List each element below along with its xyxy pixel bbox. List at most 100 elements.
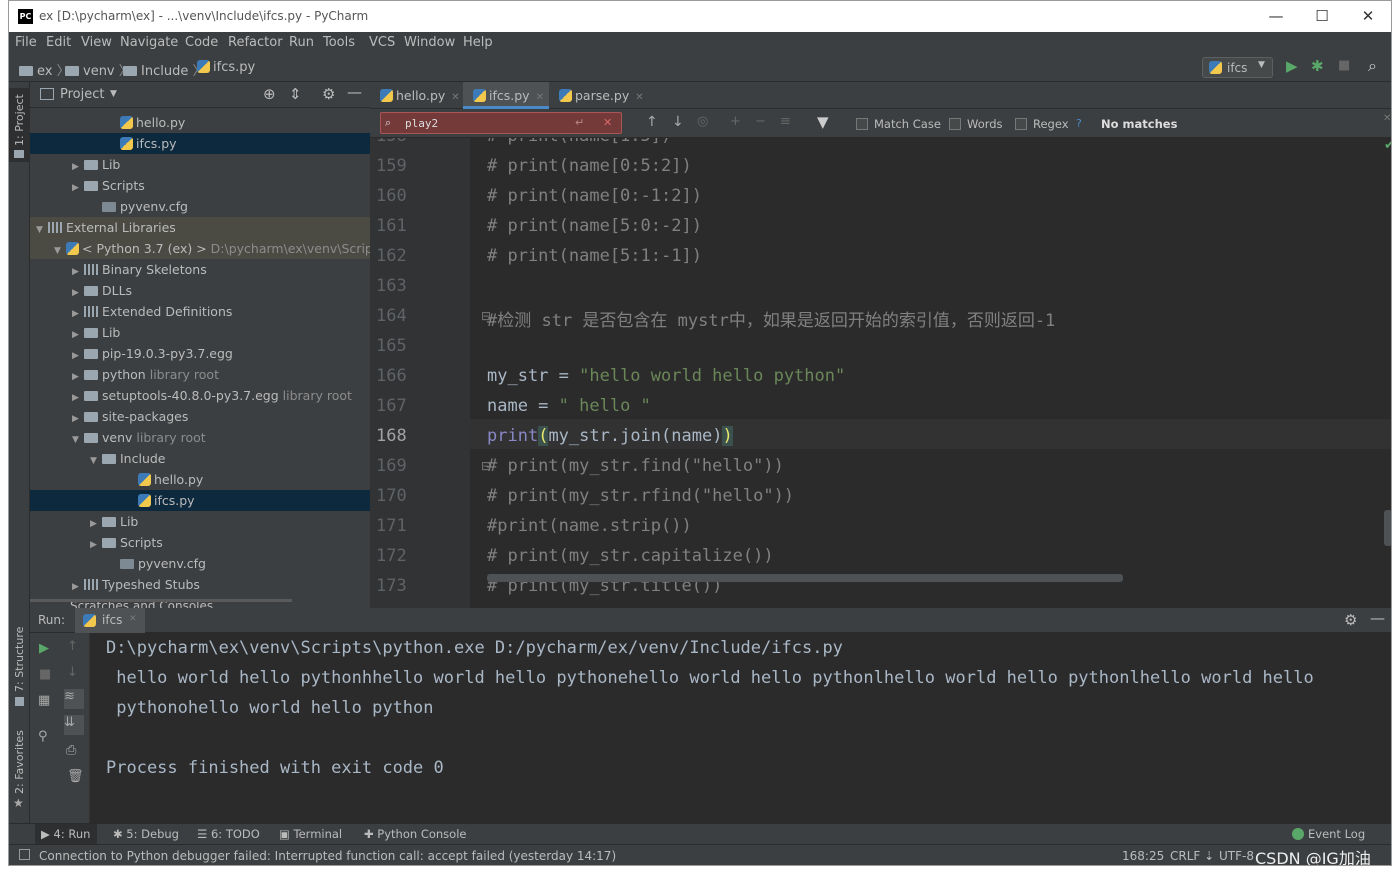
menu-edit[interactable]: Edit bbox=[46, 35, 71, 50]
tree-row[interactable]: ifcs.py bbox=[30, 133, 370, 154]
tree-row[interactable]: ▶ Lib bbox=[30, 511, 370, 532]
pin-icon[interactable]: ⚲ bbox=[38, 729, 48, 744]
trash-icon[interactable]: 🗑 bbox=[67, 769, 84, 784]
collapse-all-icon[interactable]: ⇕ bbox=[289, 85, 302, 103]
fold-marker-icon[interactable]: ⊟ bbox=[481, 309, 491, 323]
debug-icon[interactable]: ✱ bbox=[1311, 57, 1324, 75]
hide-panel-icon[interactable]: — bbox=[1370, 609, 1385, 627]
toggle-tool-windows-icon[interactable] bbox=[19, 849, 30, 860]
stop-icon[interactable]: ■ bbox=[1338, 58, 1350, 73]
rerun-icon[interactable]: ▶ bbox=[39, 641, 49, 656]
favorites-tool-tab[interactable]: 2: Favorites ★ bbox=[9, 730, 30, 812]
close-window-button[interactable]: ✕ bbox=[1345, 5, 1391, 27]
menu-file[interactable]: File bbox=[15, 35, 37, 50]
tree-row[interactable]: ▶ Binary Skeletons bbox=[30, 259, 370, 280]
menu-run[interactable]: Run bbox=[289, 35, 314, 50]
code-line[interactable]: # print(my_str.capitalize()) bbox=[487, 546, 774, 566]
tree-row[interactable]: ▶ site-packages bbox=[30, 406, 370, 427]
print-icon[interactable]: ⎙ bbox=[66, 743, 76, 758]
file-encoding[interactable]: UTF-8 bbox=[1219, 849, 1254, 863]
menu-tools[interactable]: Tools bbox=[323, 35, 355, 50]
soft-wrap-icon[interactable]: ≋ bbox=[64, 689, 84, 709]
scroll-up-icon[interactable]: ↑ bbox=[67, 639, 78, 654]
editor-horizontal-scrollbar[interactable] bbox=[487, 574, 1123, 582]
tree-row[interactable]: ifcs.py bbox=[30, 490, 370, 511]
tool-tab-terminal[interactable]: ▣ Terminal bbox=[279, 827, 342, 841]
tree-row[interactable]: ▶ python library root bbox=[30, 364, 370, 385]
clear-search-icon[interactable]: ✕ bbox=[603, 116, 612, 129]
find-all-icon[interactable]: ◎ bbox=[697, 114, 708, 129]
code-line[interactable]: name = " hello " bbox=[487, 396, 651, 416]
words-checkbox[interactable]: Words bbox=[949, 117, 1003, 131]
code-line[interactable]: # print(name[5:1:-1]) bbox=[487, 246, 702, 266]
newline-icon[interactable]: ↵ bbox=[575, 116, 584, 129]
code-viewport[interactable]: 158 # print(name[1:5]) 159 # print(name[0:5… bbox=[370, 138, 1391, 608]
select-all-occurrences-icon[interactable]: ≡ bbox=[780, 114, 791, 129]
maximize-button[interactable]: ☐ bbox=[1299, 5, 1345, 27]
run-config-select[interactable]: ifcs ▼ bbox=[1202, 57, 1273, 78]
regex-help-link[interactable]: ? bbox=[1076, 117, 1082, 130]
chevron-down-icon[interactable]: ▼ bbox=[110, 89, 117, 99]
tree-row[interactable]: ▶ pip-19.0.3-py3.7.egg bbox=[30, 343, 370, 364]
breadcrumb-file[interactable]: ifcs.py bbox=[197, 60, 255, 75]
scroll-to-end-icon[interactable]: ⇊ bbox=[64, 715, 84, 735]
close-tab-icon[interactable]: ✕ bbox=[635, 92, 643, 103]
close-tab-icon[interactable]: ✕ bbox=[129, 614, 137, 624]
line-separator[interactable]: CRLF ⇣ bbox=[1170, 849, 1214, 863]
match-case-checkbox[interactable]: Match Case bbox=[856, 117, 941, 131]
code-line[interactable]: my_str = "hello world hello python" bbox=[487, 366, 845, 386]
next-occurrence-icon[interactable]: ↓ bbox=[672, 114, 684, 130]
find-input[interactable]: ⌕ play2 ↵ ✕ bbox=[380, 112, 622, 134]
code-line[interactable]: #检测 str 是否包含在 mystr中，如果是返回开始的索引值，否则返回-1 bbox=[487, 306, 1055, 331]
tree-row[interactable]: pyvenv.cfg bbox=[30, 196, 370, 217]
add-selection-icon[interactable]: + bbox=[730, 114, 741, 129]
tree-row[interactable]: ▼ Include bbox=[30, 448, 370, 469]
tool-tab-todo[interactable]: ☰ 6: TODO bbox=[197, 827, 260, 841]
tree-row[interactable]: ▶ Extended Definitions bbox=[30, 301, 370, 322]
run-tab-ifcs[interactable]: ifcs ✕ bbox=[75, 608, 145, 633]
code-line[interactable]: # print(name[1:5]) bbox=[487, 138, 671, 146]
locate-icon[interactable]: ⊕ bbox=[263, 85, 276, 103]
filter-icon[interactable]: ▼ bbox=[817, 113, 829, 131]
restore-layout-icon[interactable]: ▦ bbox=[38, 693, 50, 708]
code-line[interactable]: # print(name[0:-1:2]) bbox=[487, 186, 702, 206]
breadcrumb-ex[interactable]: ex 〉 bbox=[19, 60, 70, 79]
breadcrumb-include[interactable]: Include 〉 bbox=[123, 60, 205, 79]
fold-marker-icon[interactable]: ⊟ bbox=[481, 459, 491, 473]
chevron-right-icon[interactable]: ▶ bbox=[72, 577, 84, 598]
gear-icon[interactable]: ⚙ bbox=[1344, 611, 1357, 629]
run-icon[interactable]: ▶ bbox=[1286, 57, 1298, 75]
event-log-button[interactable]: Event Log bbox=[1292, 827, 1365, 841]
breadcrumb-venv[interactable]: venv 〉 bbox=[65, 60, 132, 79]
search-icon[interactable]: ⌕ bbox=[1368, 56, 1377, 76]
tab-hello-py[interactable]: hello.py ✕ bbox=[370, 82, 463, 109]
tab-ifcs-py[interactable]: ifcs.py ✕ bbox=[463, 82, 549, 109]
tree-row[interactable]: hello.py bbox=[30, 112, 370, 133]
scroll-down-icon[interactable]: ↓ bbox=[67, 665, 78, 680]
hide-panel-icon[interactable]: — bbox=[347, 83, 362, 101]
tree-row[interactable]: ▶ setuptools-40.8.0-py3.7.egg library roo… bbox=[30, 385, 370, 406]
tree-row[interactable]: ▼ venv library root bbox=[30, 427, 370, 448]
menu-view[interactable]: View bbox=[81, 35, 112, 50]
code-line[interactable]: print(my_str.join(name)) bbox=[487, 426, 733, 446]
tree-row-cut[interactable]: Scratches and Consoles bbox=[30, 599, 292, 608]
close-find-icon[interactable]: ✕ bbox=[1383, 113, 1391, 124]
menu-vcs[interactable]: VCS bbox=[369, 35, 395, 50]
project-tool-tab[interactable]: 1: Project bbox=[9, 88, 30, 162]
remove-selection-icon[interactable]: − bbox=[755, 114, 766, 129]
tab-parse-py[interactable]: parse.py ✕ bbox=[549, 82, 649, 109]
stop-icon[interactable]: ■ bbox=[39, 667, 51, 682]
code-line[interactable]: #print(name.strip()) bbox=[487, 516, 692, 536]
tree-row[interactable]: ▶ Scripts bbox=[30, 175, 370, 196]
status-message[interactable]: Connection to Python debugger failed: In… bbox=[39, 849, 616, 863]
menu-help[interactable]: Help bbox=[463, 35, 493, 50]
tree-row[interactable]: ▶ Typeshed Stubs bbox=[30, 574, 370, 595]
tree-row[interactable]: ▶ DLLs bbox=[30, 280, 370, 301]
previous-occurrence-icon[interactable]: ↑ bbox=[646, 114, 658, 130]
code-line[interactable]: # print(my_str.rfind("hello")) bbox=[487, 486, 794, 506]
menu-navigate[interactable]: Navigate bbox=[120, 35, 178, 50]
regex-checkbox[interactable]: Regex bbox=[1015, 117, 1069, 131]
tree-row[interactable]: hello.py bbox=[30, 469, 370, 490]
code-line[interactable]: # print(my_str.find("hello")) bbox=[487, 456, 784, 476]
close-tab-icon[interactable]: ✕ bbox=[536, 92, 544, 103]
